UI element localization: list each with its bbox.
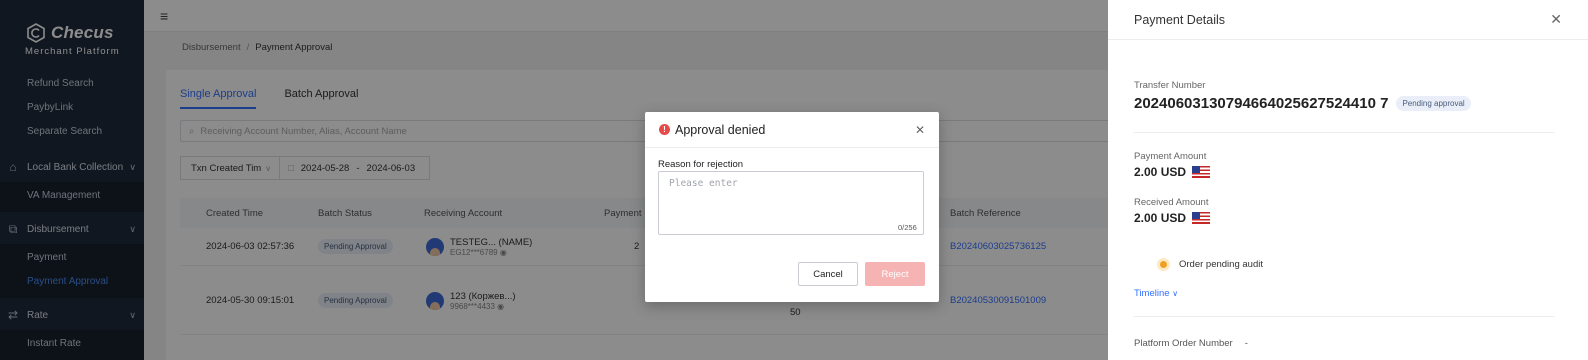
payment-amount: 2.00 USD (1134, 165, 1211, 179)
payment-amount-label: Payment Amount (1134, 151, 1207, 162)
chevron-down-icon: ∨ (1172, 289, 1179, 298)
payment-amount-value: 2.00 USD (1134, 165, 1187, 179)
divider (1134, 316, 1554, 317)
transfer-number: 20240603130794664025627524410 7 Pending … (1134, 95, 1471, 112)
error-icon: ! (659, 124, 670, 135)
cancel-button[interactable]: Cancel (798, 262, 858, 286)
character-counter: 0/256 (898, 223, 917, 232)
dialog-title-text: Approval denied (675, 122, 766, 137)
status-badge: Pending approval (1396, 96, 1471, 111)
dialog-title: ! Approval denied (659, 123, 765, 137)
received-amount-value: 2.00 USD (1134, 211, 1187, 225)
received-amount-label: Received Amount (1134, 197, 1209, 208)
timeline-toggle[interactable]: Timeline ∨ (1134, 288, 1178, 299)
drawer-title: Payment Details (1134, 12, 1226, 27)
drawer-header: Payment Details ✕ (1108, 0, 1588, 40)
platform-order-number: Platform Order Number - (1134, 338, 1248, 349)
payment-details-drawer: Payment Details ✕ Transfer Number 202406… (1108, 0, 1588, 360)
reason-label: Reason for rejection (658, 159, 744, 170)
audit-status-text: Order pending audit (1179, 259, 1263, 270)
transfer-number-label: Transfer Number (1134, 80, 1206, 91)
received-amount: 2.00 USD (1134, 211, 1211, 225)
platform-order-value: - (1244, 338, 1248, 349)
reason-textarea[interactable] (658, 171, 924, 235)
dialog-header: ! Approval denied ✕ (645, 112, 939, 148)
us-flag-icon (1192, 166, 1211, 178)
divider (1134, 132, 1554, 133)
close-icon[interactable]: ✕ (915, 123, 925, 137)
transfer-number-value: 20240603130794664025627524410 7 (1134, 95, 1389, 112)
approval-denied-dialog: ! Approval denied ✕ Reason for rejection… (645, 112, 939, 302)
reject-button[interactable]: Reject (865, 262, 925, 286)
platform-order-label: Platform Order Number (1134, 338, 1233, 349)
us-flag-icon (1192, 212, 1211, 224)
audit-status: Order pending audit (1160, 259, 1263, 270)
close-icon[interactable]: ✕ (1550, 11, 1562, 28)
pending-dot-icon (1160, 261, 1167, 268)
